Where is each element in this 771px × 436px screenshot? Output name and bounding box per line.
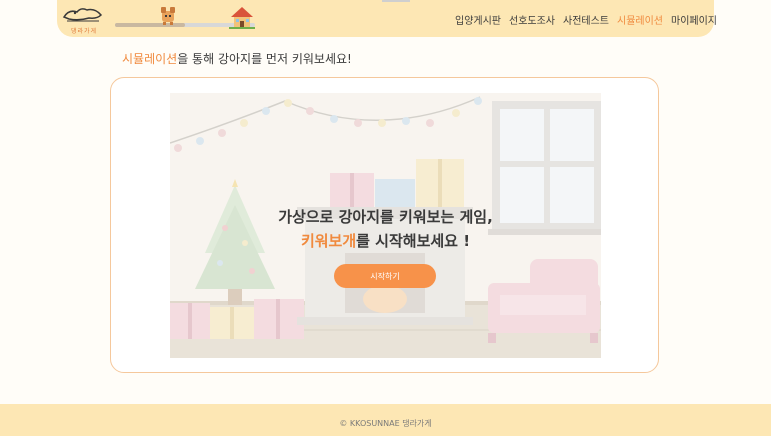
headline-line-1: 가상으로 강아지를 키워보는 게임, xyxy=(278,208,493,226)
headline-line-2-rest: 를 시작해보세요 ! xyxy=(356,232,471,250)
main-nav: 입양게시판 선호도조사 사전테스트 시뮬레이션 마이페이지 xyxy=(455,12,717,27)
copyright-text: © KKOSUNNAE 댕라가게 xyxy=(339,419,432,428)
dog-logo-icon xyxy=(62,8,103,22)
footer: © KKOSUNNAE 댕라가게 xyxy=(0,404,771,436)
brand-logo[interactable]: 댕라가게 xyxy=(61,3,105,35)
nav-adoption-board[interactable]: 입양게시판 xyxy=(455,12,501,27)
logo-text: 댕라가게 xyxy=(71,28,98,35)
page-title-rest: 을 통해 강아지를 먼저 키워보세요! xyxy=(177,52,352,66)
nav-simulation[interactable]: 시뮬레이션 xyxy=(617,12,663,27)
nav-mypage[interactable]: 마이페이지 xyxy=(671,12,717,27)
dog-character-icon xyxy=(161,7,175,25)
header-notch xyxy=(382,0,410,2)
simulation-card: 가상으로 강아지를 키워보는 게임, 키워보개를 시작해보세요 ! 시작하기 xyxy=(110,77,659,373)
start-button[interactable]: 시작하기 xyxy=(334,264,436,288)
nav-preference-survey[interactable]: 선호도조사 xyxy=(509,12,555,27)
house-icon xyxy=(229,7,255,29)
top-header: 댕라가게 입양게시판 선호도조사 사전테스트 시뮬레이션 마이페이지 xyxy=(57,0,717,37)
game-name-highlight: 키워보개 xyxy=(300,232,357,250)
christmas-room-illustration: 가상으로 강아지를 키워보는 게임, 키워보개를 시작해보세요 ! 시작하기 xyxy=(170,93,601,358)
nav-pretest[interactable]: 사전테스트 xyxy=(563,12,609,27)
page-title-highlight: 시뮬레이션 xyxy=(122,52,178,66)
headline-line-2: 키워보개를 시작해보세요 ! xyxy=(170,229,601,253)
page-title: 시뮬레이션을 통해 강아지를 먼저 키워보세요! xyxy=(122,50,352,67)
game-headline: 가상으로 강아지를 키워보는 게임, 키워보개를 시작해보세요 ! xyxy=(170,205,601,253)
